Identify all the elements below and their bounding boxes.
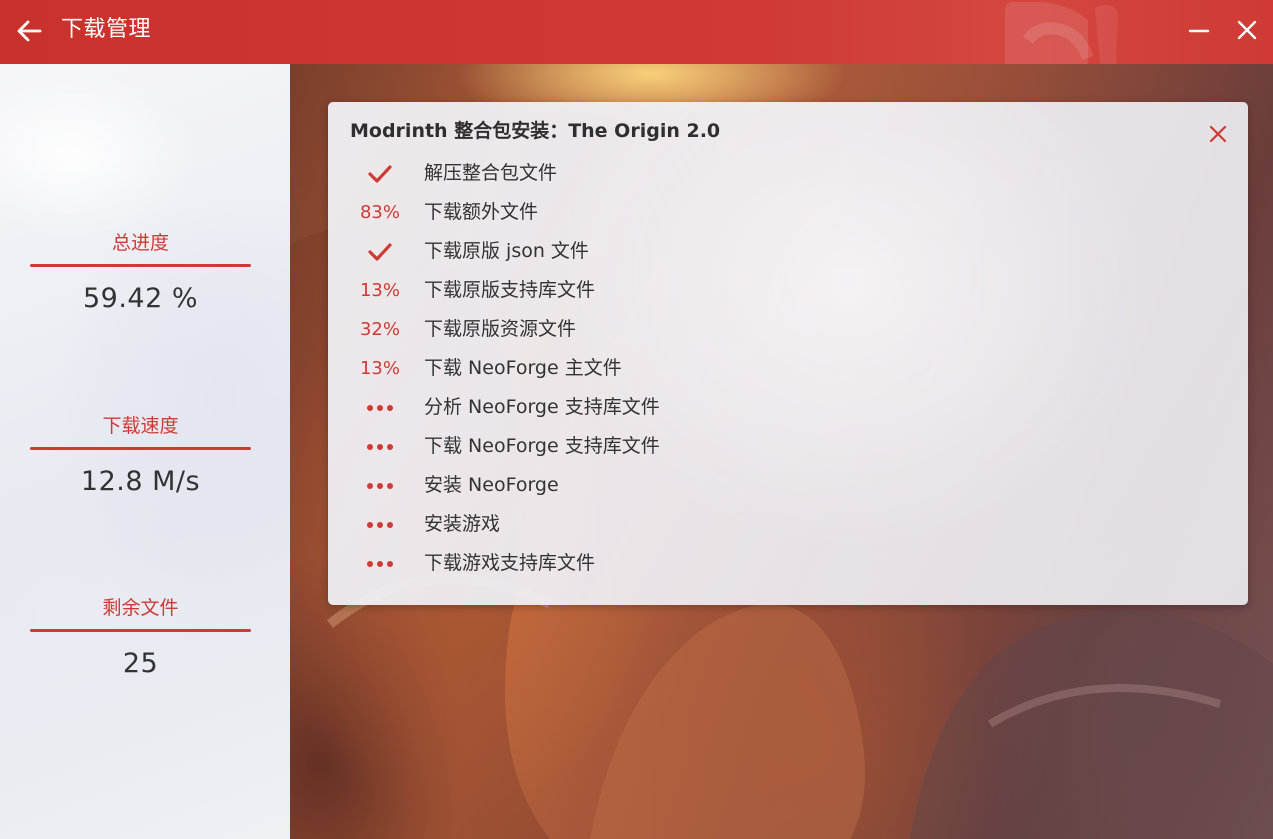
step-progress: 32% bbox=[359, 319, 400, 340]
step-label: 下载原版资源文件 bbox=[424, 318, 577, 340]
step-label: 安装游戏 bbox=[424, 513, 501, 535]
download-speed-value: 12.8 M/s bbox=[80, 466, 201, 497]
arrow-left-icon bbox=[17, 20, 42, 42]
step-label: 安装 NeoForge bbox=[424, 474, 559, 496]
check-icon bbox=[350, 154, 410, 193]
close-icon bbox=[1237, 20, 1257, 40]
task-step: 下载原版 json 文件 bbox=[328, 232, 1028, 271]
task-step: 安装 NeoForge bbox=[328, 466, 1028, 505]
step-label: 分析 NeoForge 支持库文件 bbox=[424, 396, 660, 418]
title-bar: 下载管理 bbox=[0, 0, 1273, 64]
task-close-button[interactable] bbox=[1204, 120, 1232, 148]
step-label: 下载 NeoForge 主文件 bbox=[424, 357, 622, 379]
step-label: 下载原版支持库文件 bbox=[424, 279, 596, 301]
task-step: 83% 下载额外文件 bbox=[328, 193, 1028, 232]
close-icon bbox=[1209, 125, 1227, 143]
remaining-files-label: 剩余文件 bbox=[102, 597, 179, 619]
task-step: 13% 下载原版支持库文件 bbox=[328, 271, 1028, 310]
stat-total-progress: 总进度 59.42 % bbox=[30, 230, 251, 317]
step-label: 下载 NeoForge 支持库文件 bbox=[424, 435, 660, 457]
task-step: 安装游戏 bbox=[328, 505, 1028, 544]
step-progress: 13% bbox=[359, 358, 400, 379]
task-step: 13% 下载 NeoForge 主文件 bbox=[328, 349, 1028, 388]
stat-remaining-files: 剩余文件 25 bbox=[30, 595, 251, 682]
task-step: 解压整合包文件 bbox=[328, 154, 1028, 193]
watermark-logo bbox=[1000, 0, 1130, 64]
divider bbox=[30, 629, 251, 632]
stats-panel: 总进度 59.42 % 下载速度 12.8 M/s 剩余文件 25 bbox=[0, 64, 290, 839]
download-speed-label: 下载速度 bbox=[102, 415, 179, 437]
close-window-button[interactable] bbox=[1229, 12, 1265, 48]
back-button[interactable] bbox=[12, 14, 46, 48]
task-title: Modrinth 整合包安装：The Origin 2.0 bbox=[350, 120, 721, 142]
remaining-files-value: 25 bbox=[122, 648, 159, 679]
task-step: 分析 NeoForge 支持库文件 bbox=[328, 388, 1028, 427]
step-progress: 83% bbox=[359, 202, 400, 223]
check-icon bbox=[350, 232, 410, 271]
step-label: 下载原版 json 文件 bbox=[424, 240, 589, 262]
divider bbox=[30, 264, 251, 267]
task-step: 下载游戏支持库文件 bbox=[328, 544, 1028, 583]
more-dots-icon bbox=[350, 427, 410, 466]
stat-download-speed: 下载速度 12.8 M/s bbox=[30, 413, 251, 500]
total-progress-label: 总进度 bbox=[111, 232, 169, 254]
minimize-button[interactable] bbox=[1181, 12, 1217, 48]
step-label: 下载游戏支持库文件 bbox=[424, 552, 596, 574]
more-dots-icon bbox=[350, 388, 410, 427]
more-dots-icon bbox=[350, 505, 410, 544]
step-label: 下载额外文件 bbox=[424, 201, 539, 223]
more-dots-icon bbox=[350, 544, 410, 583]
task-step: 32% 下载原版资源文件 bbox=[328, 310, 1028, 349]
task-step: 下载 NeoForge 支持库文件 bbox=[328, 427, 1028, 466]
total-progress-value: 59.42 % bbox=[82, 283, 199, 314]
window-title: 下载管理 bbox=[61, 17, 152, 42]
install-task-card: Modrinth 整合包安装：The Origin 2.0 解压整合包文件 83%… bbox=[328, 102, 1248, 605]
step-progress: 13% bbox=[359, 280, 400, 301]
divider bbox=[30, 447, 251, 450]
step-label: 解压整合包文件 bbox=[424, 162, 558, 184]
more-dots-icon bbox=[350, 466, 410, 505]
minimize-icon bbox=[1188, 29, 1210, 33]
